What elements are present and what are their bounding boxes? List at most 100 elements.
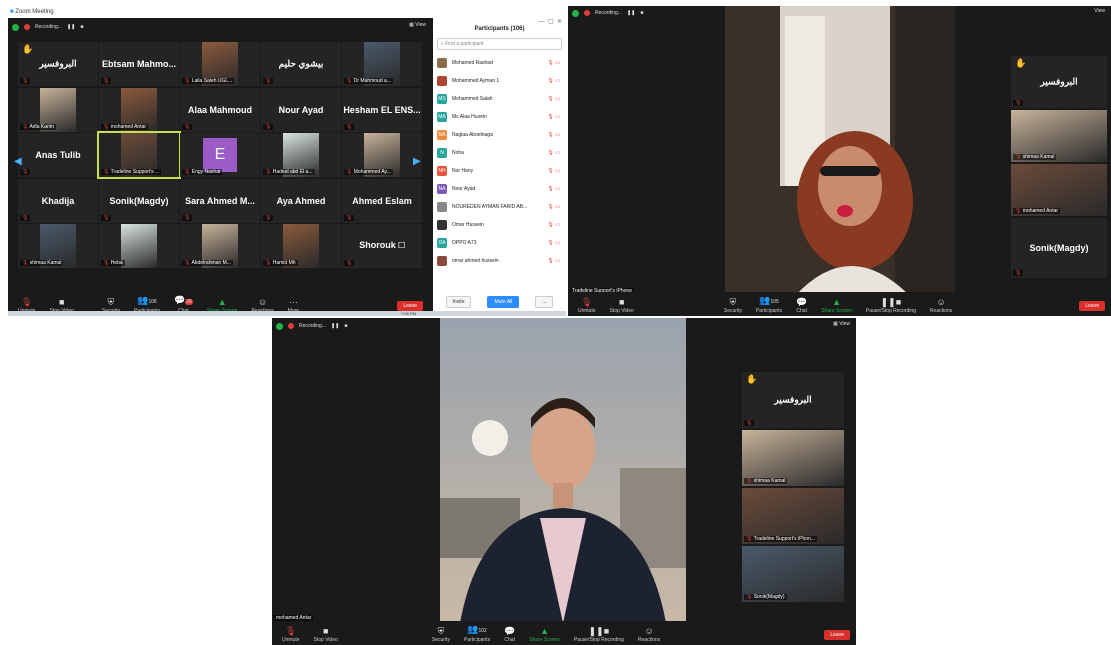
side-video-tile[interactable]: 🎙 mohamed Antar	[1011, 164, 1107, 216]
security-button[interactable]: ⛨Security	[724, 297, 742, 314]
next-page-arrow-icon[interactable]: ▶	[413, 156, 421, 167]
video-tile[interactable]: E 🎙 Engy Nashat	[180, 133, 260, 177]
video-tile[interactable]: Ahmed Eslam 🎙	[342, 178, 422, 223]
video-tile[interactable]: البروفسير ✋ 🎙	[18, 42, 98, 86]
stop-icon[interactable]: ■	[344, 323, 347, 329]
video-tile[interactable]: 🎙 shimaa Kamal	[18, 224, 98, 268]
side-video-tile[interactable]: البروفسير ✋ 🎙	[1011, 56, 1107, 108]
more-options-button[interactable]: ...	[535, 296, 554, 308]
video-tile[interactable]: Anas Tulib 🎙	[18, 133, 98, 177]
pause-icon[interactable]: ❚❚	[331, 323, 339, 329]
mic-camera-muted-icon: 🎙 ▭	[547, 222, 560, 228]
video-tile[interactable]: Khadija 🎙	[18, 178, 98, 223]
share-screen-button[interactable]: ▲Share Screen	[529, 626, 560, 643]
participants-button[interactable]: 👥105 Participants	[756, 295, 782, 314]
unmute-button[interactable]: 🎙Unmute	[578, 297, 596, 314]
shield-icon	[12, 23, 19, 31]
reactions-button[interactable]: ☺Reactions	[930, 297, 952, 314]
video-tile[interactable]: Nour Ayad 🎙	[261, 87, 341, 132]
participant-name: Anas Tulib	[35, 150, 81, 160]
video-tile[interactable]: Shorouk 🗆 🎙	[342, 224, 422, 268]
participant-search-input[interactable]: ⌕ Find a participant	[437, 38, 562, 50]
video-tile[interactable]: Sara Ahmed M... 🎙	[180, 178, 260, 223]
share-screen-button[interactable]: ▲Share Screen	[821, 297, 852, 314]
window-controls[interactable]: — ▢ ✕	[539, 18, 562, 25]
mic-muted-icon: 🎙	[346, 214, 353, 221]
side-video-tile[interactable]: 🎙 Tradeline Support's iPhon...	[742, 488, 844, 544]
participants-panel: — ▢ ✕ Participants (106) ⌕ Find a partic…	[433, 18, 566, 316]
leave-button[interactable]: Leave	[824, 630, 850, 640]
video-tile[interactable]: Aya Ahmed 🎙	[261, 178, 341, 223]
side-video-tile[interactable]: 🎙 Sonik(Magdy)	[742, 546, 844, 602]
leave-button[interactable]: Leave	[1079, 301, 1105, 311]
participants-button[interactable]: 👥102 Participants	[464, 624, 490, 643]
video-tile[interactable]: 🎙 Adla Karim	[18, 87, 98, 132]
video-tile[interactable]: 🎙 Mohammed Ay...	[342, 133, 422, 177]
mic-camera-muted-icon: 🎙 ▭	[547, 186, 560, 192]
video-tile[interactable]: Ebtsam Mahmo... 🎙	[99, 42, 179, 86]
view-button[interactable]: View	[1094, 8, 1105, 14]
participant-list-item[interactable]: omar ahmed hussein 🎙 ▭	[433, 252, 566, 270]
side-video-tile[interactable]: 🎙 shimaa Kamal	[1011, 110, 1107, 162]
mic-muted-icon: 🎙	[22, 169, 29, 175]
video-thumbnail	[121, 224, 157, 268]
participant-list-item[interactable]: Mohammed Ayman 1 🎙 ▭	[433, 72, 566, 90]
pause-icon[interactable]: ❚❚	[627, 10, 635, 16]
view-button[interactable]: ▦ View	[833, 321, 850, 327]
invite-button[interactable]: Invite	[445, 296, 472, 308]
speaker-name-tag: mohamed Antar	[274, 615, 314, 621]
meeting-toolbar: 🎙 Unmute ■ Stop Video ⛨ Security 👥105 Partic…	[568, 292, 1111, 316]
video-tile[interactable]: 🎙 Hadeel abd El a...	[261, 133, 341, 177]
video-tile[interactable]: بيشوي حليم 🎙	[261, 42, 341, 86]
stop-video-button[interactable]: ■Stop Video	[314, 626, 338, 643]
video-tile[interactable]: 🎙 Laila Saleh UGL...	[180, 42, 260, 86]
participant-list-item[interactable]: OA OPPO A73 🎙 ▭	[433, 234, 566, 252]
mute-all-button[interactable]: Mute All	[487, 296, 520, 308]
side-video-tile[interactable]: 🎙 shimaa Kamal	[742, 430, 844, 486]
participant-list-item[interactable]: Mohamed Rashad 🎙 ▭	[433, 54, 566, 72]
side-video-tile[interactable]: البروفسير ✋ 🎙	[742, 372, 844, 428]
pause-stop-recording-button[interactable]: ❚❚■ Pause/Stop Recording	[574, 626, 624, 643]
mic-muted-icon: 🎙	[184, 169, 192, 175]
participant-list-item[interactable]: N Noha 🎙 ▭	[433, 144, 566, 162]
leave-button[interactable]: Leave	[397, 301, 423, 311]
speaker-video-frame	[440, 318, 686, 623]
video-tile[interactable]: Hesham EL ENS... 🎙	[342, 87, 422, 132]
stop-icon[interactable]: ■	[80, 24, 83, 30]
participant-list-item[interactable]: MA Mc Alaa Husein 🎙 ▭	[433, 108, 566, 126]
participant-name: بيشوي حليم	[278, 58, 324, 69]
video-tile[interactable]: 🎙 mohamed Antar	[99, 87, 179, 132]
security-button[interactable]: ⛨Security	[432, 626, 450, 643]
avatar: OA	[437, 238, 447, 248]
pause-icon[interactable]: ❚❚	[67, 24, 75, 30]
participant-list-item[interactable]: NOUREDEN AYMAN FARID AB... 🎙 ▭	[433, 198, 566, 216]
participant-label: 🎙	[744, 420, 755, 426]
participant-list-item[interactable]: NA Naglaa Aboelnaga 🎙 ▭	[433, 126, 566, 144]
unmute-button[interactable]: 🎙Unmute	[282, 626, 300, 643]
participant-list-item[interactable]: NH Nor Hany 🎙 ▭	[433, 162, 566, 180]
video-tile[interactable]: Alaa Mahmoud 🎙	[180, 87, 260, 132]
participant-name: omar ahmed hussein	[452, 258, 499, 264]
video-tile[interactable]: 🎙 Dr Mahmoud a...	[342, 42, 422, 86]
stop-video-button[interactable]: ■Stop Video	[610, 297, 634, 314]
participant-list-item[interactable]: MS Mohammed Salah 🎙 ▭	[433, 90, 566, 108]
participant-list-item[interactable]: Omar Hussein 🎙 ▭	[433, 216, 566, 234]
video-tile[interactable]: 🎙 Abdelrahman M...	[180, 224, 260, 268]
search-icon: ⌕	[441, 41, 444, 47]
avatar: MS	[437, 94, 447, 104]
prev-page-arrow-icon[interactable]: ◀	[14, 156, 22, 167]
participant-list-item[interactable]: NA Nour Ayad 🎙 ▭	[433, 180, 566, 198]
chat-button[interactable]: 💬 Chat	[796, 297, 807, 314]
video-tile[interactable]: 🎙 Heba	[99, 224, 179, 268]
reactions-button[interactable]: ☺Reactions	[638, 626, 660, 643]
stop-icon[interactable]: ■	[640, 10, 643, 16]
pause-stop-recording-button[interactable]: ❚❚■ Pause/Stop Recording	[866, 297, 916, 314]
video-tile[interactable]: 🎙 Tradeline Support's ...	[97, 131, 181, 179]
people-icon: 👥102	[467, 624, 487, 634]
side-video-tile[interactable]: Sonik(Magdy) 🎙	[1011, 218, 1107, 278]
video-tile[interactable]: Sonik(Magdy) 🎙	[99, 178, 179, 223]
video-tile[interactable]: 🎙 Hamid Mh	[261, 224, 341, 268]
chat-button[interactable]: 💬 Chat	[504, 626, 515, 643]
mic-muted-icon: 🎙	[184, 214, 191, 221]
view-button[interactable]: ▦ View	[409, 22, 426, 28]
